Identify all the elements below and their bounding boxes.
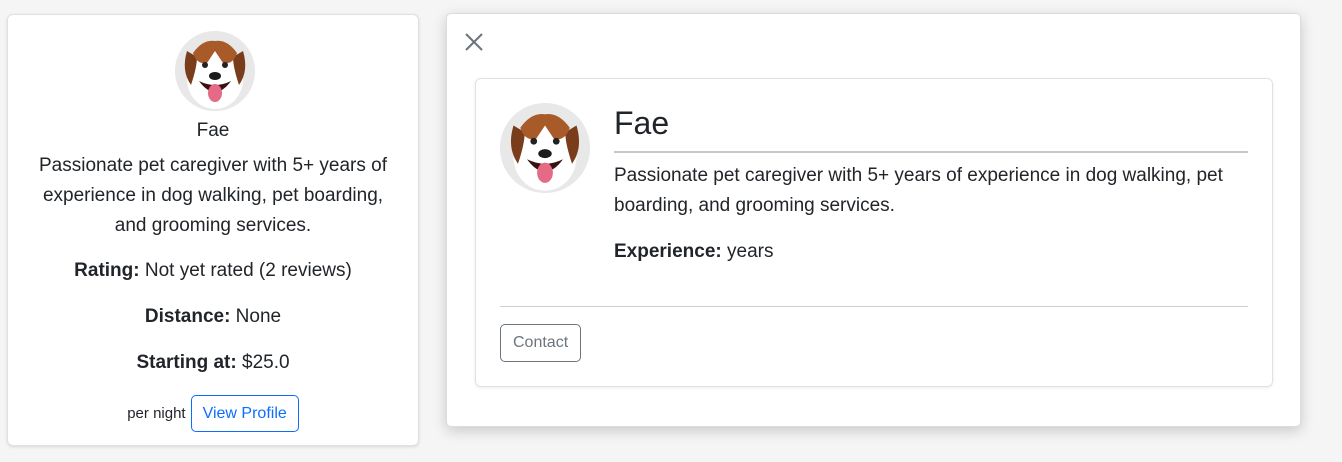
view-profile-button[interactable]: View Profile xyxy=(190,395,299,432)
card-footer: per night View Profile xyxy=(8,395,418,432)
price-value: $25.0 xyxy=(236,352,290,373)
price-line: Starting at: $25.0 xyxy=(8,350,418,376)
sitter-card: Fae Passionate pet caregiver with 5+ yea… xyxy=(7,14,419,446)
rating-label: Rating: xyxy=(74,260,140,281)
experience-line: Experience: years xyxy=(614,239,773,265)
dog-avatar-image xyxy=(500,103,590,193)
sitter-name: Fae xyxy=(196,120,230,141)
per-night-label: per night xyxy=(127,405,186,422)
profile-modal: Fae Passionate pet caregiver with 5+ yea… xyxy=(446,13,1301,427)
sitter-bio: Passionate pet caregiver with 5+ years o… xyxy=(39,155,387,236)
distance-label: Distance: xyxy=(144,306,231,327)
dog-avatar-image xyxy=(175,31,255,111)
profile-name: Fae xyxy=(614,105,670,141)
distance-line: Distance: None xyxy=(8,304,418,330)
price-label: Starting at: xyxy=(136,352,237,373)
profile-card: Fae Passionate pet caregiver with 5+ yea… xyxy=(475,78,1273,387)
profile-bio: Passionate pet caregiver with 5+ years o… xyxy=(614,165,1223,216)
footer-divider xyxy=(500,306,1248,307)
sitter-avatar xyxy=(175,31,255,111)
experience-label: Experience: xyxy=(614,241,722,262)
rating-line: Rating: Not yet rated (2 reviews) xyxy=(8,258,418,284)
name-divider xyxy=(614,151,1248,153)
profile-avatar xyxy=(500,103,590,193)
distance-value: None xyxy=(230,306,282,327)
contact-button[interactable]: Contact xyxy=(500,324,582,362)
rating-value: Not yet rated (2 reviews) xyxy=(139,260,352,281)
experience-value: years xyxy=(721,241,774,262)
close-icon[interactable] xyxy=(463,31,485,53)
